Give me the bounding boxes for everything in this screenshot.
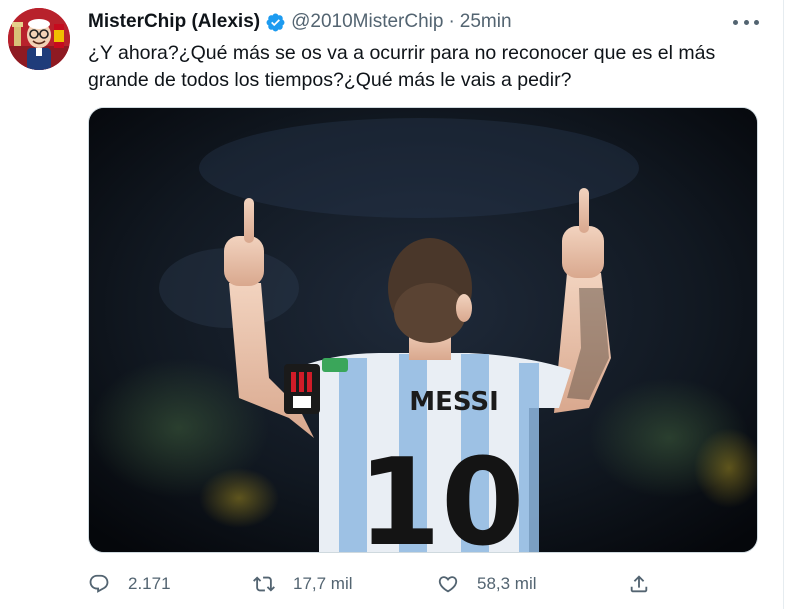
tweet-actions: 2.171 17,7 mil 58,3 mil <box>88 568 688 600</box>
more-options-icon[interactable] <box>733 12 759 32</box>
more-dot <box>733 19 738 25</box>
retweet-count: 17,7 mil <box>293 574 353 593</box>
separator-dot: · <box>448 11 455 32</box>
reply-count: 2.171 <box>128 574 171 593</box>
heart-icon <box>438 576 458 593</box>
verified-badge-icon <box>265 12 286 33</box>
tweet-media[interactable]: MESSI 10 <box>88 107 758 553</box>
more-dot <box>754 19 759 25</box>
reply-button[interactable]: 2.171 <box>88 568 171 600</box>
avatar-image <box>8 8 70 70</box>
retweet-button[interactable]: 17,7 mil <box>253 568 353 600</box>
share-icon <box>630 575 648 593</box>
more-dot <box>743 19 749 25</box>
like-count: 58,3 mil <box>477 574 537 593</box>
like-button[interactable]: 58,3 mil <box>437 568 537 600</box>
tweet-photo: MESSI 10 <box>89 108 757 553</box>
jersey-number: 10 <box>358 434 525 553</box>
tweet: MisterChip (Alexis) @2010MisterChip · 25… <box>0 0 784 609</box>
share-button[interactable] <box>628 568 650 600</box>
timestamp[interactable]: 25min <box>460 11 512 33</box>
retweet-icon <box>253 576 275 592</box>
display-name[interactable]: MisterChip (Alexis) <box>88 11 260 33</box>
avatar[interactable] <box>8 8 70 70</box>
jersey-name: MESSI <box>409 387 499 417</box>
tweet-header: MisterChip (Alexis) @2010MisterChip · 25… <box>88 10 512 34</box>
reply-icon <box>89 574 109 593</box>
handle[interactable]: @2010MisterChip <box>291 11 443 33</box>
tweet-text: ¿Y ahora?¿Qué más se os va a ocurrir par… <box>88 42 716 91</box>
